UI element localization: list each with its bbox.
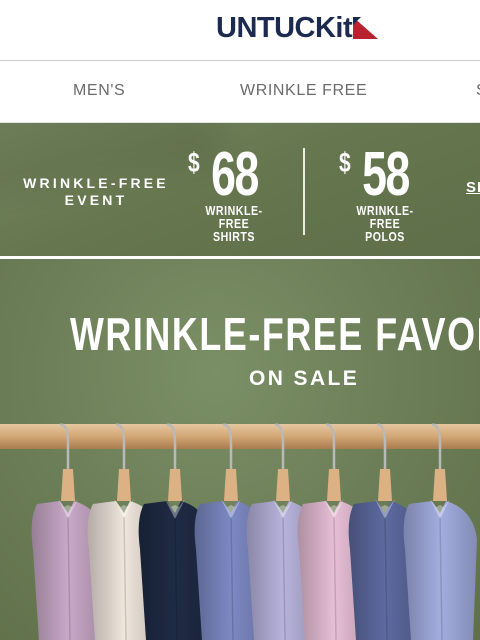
shirt-rack-illustration <box>0 423 480 640</box>
main-nav: MEN'S WRINKLE FREE S <box>0 61 480 123</box>
logo-wordmark: UNTUCKit <box>216 12 353 44</box>
shop-now-link[interactable]: SH <box>466 179 480 196</box>
offer-polos-price: $ 58 <box>339 140 418 209</box>
nav-item-wrinkle-free[interactable]: WRINKLE FREE <box>240 82 367 100</box>
shirts-group <box>31 423 477 640</box>
wooden-hanger <box>276 469 290 501</box>
logo-triangle-icon <box>353 17 379 39</box>
offer-polos[interactable]: $ 58 WRINKLE-FREE POLOS <box>337 140 433 244</box>
offer-caption-line2: POLOS <box>365 230 405 244</box>
price-amount: 68 <box>210 140 259 209</box>
price-amount: 58 <box>361 140 410 209</box>
dollar-sign: $ <box>187 147 200 178</box>
dollar-sign: $ <box>338 147 351 178</box>
hero-title: WRINKLE-FREE FAVORITES <box>70 308 480 360</box>
offer-caption-line1: WRINKLE-FREE <box>205 204 263 231</box>
hero-subtitle: ON SALE <box>249 367 360 390</box>
hero-banner[interactable]: WRINKLE-FREE FAVORITES ON SALE <box>0 259 480 640</box>
wooden-hanger <box>168 469 182 501</box>
wooden-hanger <box>61 469 75 501</box>
nav-item-partial[interactable]: S <box>476 82 480 100</box>
promo-banner[interactable]: WRINKLE-FREE EVENT $ 68 WRINKLE-FREE SHI… <box>0 123 480 256</box>
nav-item-mens[interactable]: MEN'S <box>73 82 125 100</box>
wooden-hanger <box>224 469 238 501</box>
wooden-hanger <box>378 469 392 501</box>
offer-caption-line1: WRINKLE-FREE <box>356 204 414 231</box>
offer-caption-line2: SHIRTS <box>212 230 256 244</box>
wooden-hanger <box>117 469 131 501</box>
untuckit-logo[interactable]: UNTUCKit <box>216 11 379 45</box>
wooden-hanger <box>433 469 447 501</box>
wooden-hanger <box>327 469 341 501</box>
offer-shirts[interactable]: $ 68 WRINKLE-FREE SHIRTS <box>186 140 282 244</box>
promo-divider <box>303 148 305 235</box>
site-header: UNTUCKit <box>0 0 480 61</box>
event-label: WRINKLE-FREE EVENT <box>23 175 169 208</box>
offer-shirts-price: $ 68 <box>188 140 267 209</box>
clothing-rod <box>0 424 480 449</box>
